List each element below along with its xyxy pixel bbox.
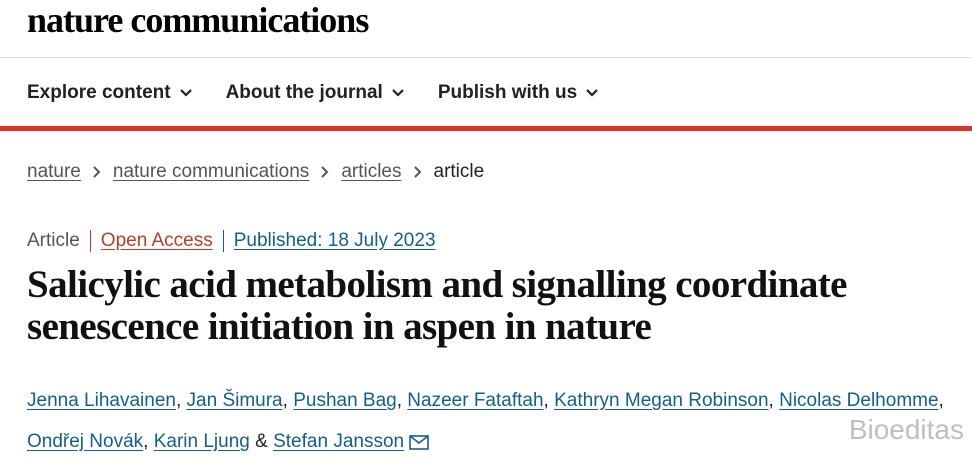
main-nav: Explore content About the journal Publis…: [27, 80, 632, 106]
article-meta: Article Open Access Published: 18 July 2…: [27, 229, 436, 253]
author-link[interactable]: Stefan Jansson: [273, 431, 404, 452]
breadcrumb-nature[interactable]: nature: [27, 161, 81, 183]
author-separator: ,: [143, 431, 149, 452]
author-and: &: [255, 431, 268, 452]
chevron-right-icon: [321, 166, 329, 178]
author-link[interactable]: Jenna Lihavainen: [27, 390, 176, 411]
published-date-link[interactable]: Published: 18 July 2023: [222, 230, 436, 252]
author-link[interactable]: Jan Šimura: [187, 390, 283, 411]
nav-about-journal-label: About the journal: [225, 82, 383, 103]
breadcrumb: nature nature communications articles ar…: [27, 160, 484, 184]
breadcrumb-current: article: [433, 161, 485, 182]
author-separator: ,: [175, 390, 182, 411]
nav-publish-with-us-label: Publish with us: [437, 82, 578, 103]
chevron-down-icon: [179, 89, 192, 97]
author-separator: ,: [396, 390, 403, 411]
author-link[interactable]: Pushan Bag: [293, 390, 397, 411]
chevron-right-icon: [413, 166, 422, 178]
journal-logo[interactable]: nature communications: [27, 0, 369, 40]
article-title: Salicylic acid metabolism and signalling…: [27, 263, 847, 348]
nav-explore-content[interactable]: Explore content: [27, 82, 192, 104]
nav-about-journal[interactable]: About the journal: [226, 82, 404, 104]
author-separator: ,: [282, 390, 288, 411]
watermark: Bioeditas: [848, 414, 964, 445]
author-link[interactable]: Kathryn Megan Robinson: [554, 390, 768, 411]
breadcrumb-nature-communications[interactable]: nature communications: [113, 161, 309, 183]
open-access-link[interactable]: Open Access: [89, 230, 223, 252]
nav-publish-with-us[interactable]: Publish with us: [438, 82, 598, 104]
chevron-down-icon: [586, 89, 598, 97]
author-link[interactable]: Nicolas Delhomme: [779, 390, 938, 411]
author-separator: ,: [543, 390, 549, 411]
header-divider: [0, 57, 972, 58]
author-separator: ,: [938, 390, 944, 411]
accent-bar: [0, 126, 972, 131]
author-link[interactable]: Karin Ljung: [154, 431, 250, 452]
author-link[interactable]: Ondřej Novák: [27, 431, 143, 452]
author-list: Jenna Lihavainen, Jan Šimura, Pushan Bag…: [27, 380, 967, 462]
author-separator: ,: [768, 390, 774, 411]
article-type: Article: [27, 230, 80, 251]
breadcrumb-articles[interactable]: articles: [341, 161, 401, 183]
mail-icon[interactable]: [409, 435, 429, 450]
chevron-right-icon: [93, 166, 101, 178]
nav-explore-content-label: Explore content: [27, 82, 171, 103]
chevron-down-icon: [392, 89, 404, 97]
author-link[interactable]: Nazeer Fataftah: [407, 390, 543, 411]
